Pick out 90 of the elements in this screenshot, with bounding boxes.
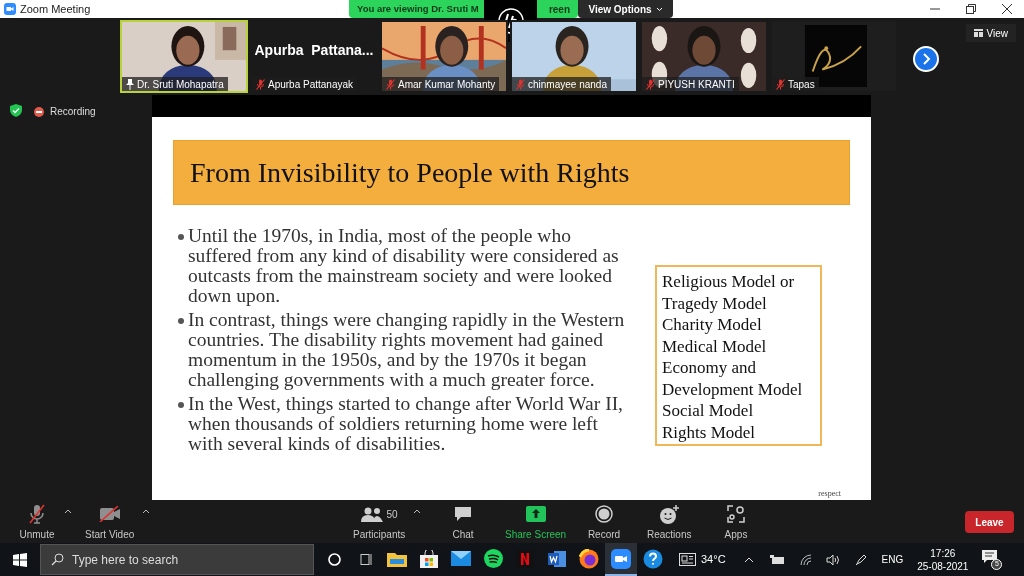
view-button[interactable]: View [965,24,1016,42]
clock-date: 25-08-2021 [917,559,969,573]
participant-count: 50 [386,507,398,522]
model-name: Religious Model or [662,271,796,293]
toolbar-button[interactable]: Chat [444,504,482,542]
help-icon [643,548,663,569]
chevron-up-icon[interactable] [743,556,754,563]
participant-name: PIYUSH KRANTI [658,77,735,91]
search-field[interactable]: Type here to search [40,544,314,575]
participant-display-name: Apurba Pattana... [254,41,374,60]
taskbar-app[interactable] [605,543,637,576]
recording-icon [34,106,44,117]
caret-up-icon[interactable] [413,508,422,514]
muted-mic-icon [28,504,46,524]
bullet-text: Until the 1970s, in India, most of the people who suffered from any kind of disability were considered as outcasts from the mainstream society and were looked down upon. [188,226,620,306]
bullet-icon [177,318,184,324]
model-name: Economy and [662,357,757,379]
smiley-plus-icon [659,504,680,524]
netflix-icon [516,549,534,568]
bullet-icon [177,402,184,408]
windows-start-icon[interactable] [13,552,27,567]
muted-mic-icon [646,78,655,90]
folder-icon [387,550,407,567]
next-page-icon[interactable] [913,46,939,72]
restore-icon[interactable] [966,4,976,14]
pen-icon[interactable] [854,553,868,566]
language-indicator[interactable]: ENG [881,552,904,567]
caret-up-icon[interactable] [142,508,151,514]
model-name: Tragedy Model [662,292,768,314]
caret-up-icon[interactable] [64,508,72,514]
model-name: Social Model [662,400,755,422]
camera-logo-icon [4,3,16,15]
model-name: Development Model [662,378,804,400]
slide-title: From Invisibility to People with Rights [190,155,630,190]
firefox-icon [579,548,599,569]
viewing-banner-text: You are viewing Dr. Sruti M [357,1,479,16]
participant-name: Apurba Pattanayak [268,77,354,91]
pin-icon [126,78,134,90]
muted-mic-icon [386,78,395,90]
bullet-text: In contrast, things were changing rapidly in the Western countries. The disability rights movement had gained momentum in the 1950s, and by the 1970s it began challenging governments with a much greater force. [188,310,626,390]
model-name: Rights Model [662,421,757,443]
model-name: Medical Model [662,335,768,357]
share-screen-icon [525,506,546,522]
video-off-icon [98,506,121,522]
video-camera-icon [611,548,631,569]
toolbar-button[interactable]: 50 Participants [353,504,406,542]
participant-name: Tapas [788,77,815,91]
slide-footer: respect [818,488,841,500]
bullet-text: In the West, things started to change after World War II, when thousands of soldiers returning home were left with several kinds of disabilities. [188,394,624,454]
wifi-icon[interactable] [799,553,812,566]
muted-mic-icon [256,78,265,90]
search-icon [51,553,64,566]
word-icon [548,549,566,568]
toolbar-button[interactable]: Share Screen [505,504,567,542]
apps-icon [727,505,745,523]
grid-icon [973,29,983,37]
participant-name: chinmayee nanda [528,77,607,91]
model-name: Charity Model [662,314,763,336]
view-options-button[interactable]: View Options [578,0,673,18]
leave-button[interactable]: Leave [965,511,1014,533]
participants-icon [360,506,383,522]
viewing-banner-text: reen [548,2,570,17]
close-icon[interactable] [1002,4,1012,14]
task-view-icon[interactable] [359,553,373,566]
clock-time: 17:26 [930,546,956,560]
shield-check-icon [10,104,22,117]
battery-icon[interactable] [769,555,784,564]
search-placeholder: Type here to search [72,551,179,569]
bullet-icon [177,234,184,240]
toolbar-button[interactable]: Reactions [647,504,692,542]
news-icon[interactable] [679,553,696,566]
toolbar-button[interactable]: Unmute [18,504,56,542]
toolbar-button[interactable]: Start Video [85,504,135,542]
record-icon [595,505,613,523]
participant-name: Dr. Sruti Mohapatra [137,77,224,91]
participant-name: Amar Kumar Mohanty [398,77,496,91]
speaker-icon[interactable] [825,553,839,566]
muted-mic-icon [776,78,785,90]
recording-label: Recording [50,105,96,119]
spotify-icon [483,549,503,568]
toolbar-button[interactable]: Record [585,504,623,542]
shopping-bag-icon [420,549,438,568]
mail-icon [451,551,471,566]
muted-mic-icon [516,78,525,90]
chat-icon [454,505,472,523]
circle-icon[interactable] [328,553,341,566]
window-title: Zoom Meeting [20,1,91,17]
temperature: 34°C [701,552,726,568]
chevron-down-icon [655,6,663,12]
toolbar-button[interactable]: Apps [717,504,755,542]
